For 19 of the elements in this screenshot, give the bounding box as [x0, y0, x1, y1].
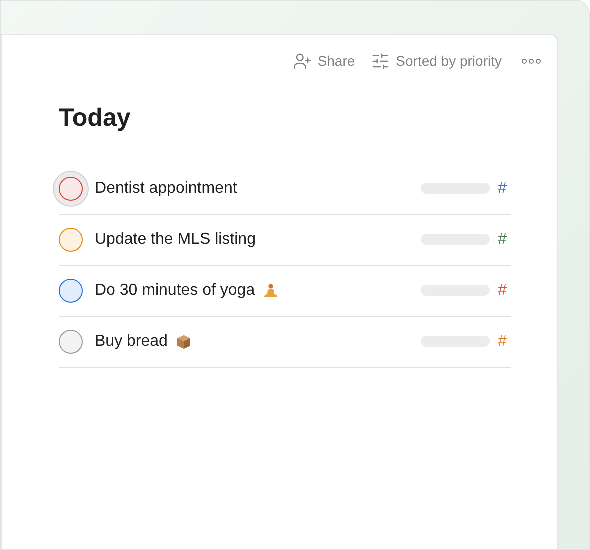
task-checkbox[interactable]	[59, 330, 83, 354]
task-title: Update the MLS listing	[95, 230, 256, 250]
task-checkbox[interactable]	[59, 228, 83, 252]
project-tag[interactable]: #	[498, 278, 507, 302]
sort-button[interactable]: Sorted by priority	[371, 51, 502, 72]
add-person-icon	[292, 52, 312, 71]
project-tag[interactable]: #	[498, 228, 507, 252]
project-tag[interactable]: #	[498, 176, 507, 200]
project-tag[interactable]: #	[498, 330, 507, 354]
sliders-icon	[371, 52, 390, 71]
task-title: Dentist appointment	[95, 178, 238, 198]
task-title: Do 30 minutes of yoga	[95, 280, 256, 300]
task-checkbox[interactable]	[59, 278, 83, 302]
meditating-figure-icon	[263, 282, 280, 298]
share-button[interactable]: Share	[292, 51, 356, 72]
task-title: Buy bread	[95, 332, 168, 352]
page-title: Today	[59, 103, 132, 134]
box-icon	[176, 334, 192, 350]
more-button[interactable]	[522, 59, 541, 64]
